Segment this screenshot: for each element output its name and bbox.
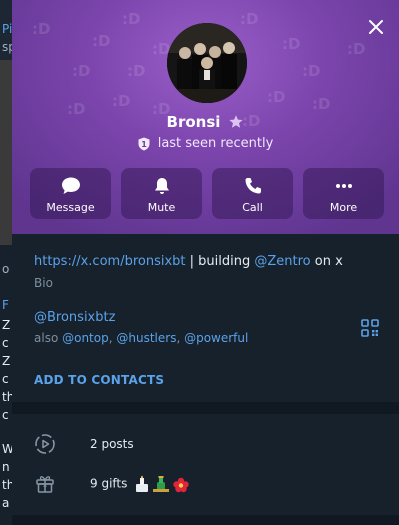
mute-button[interactable]: Mute (121, 168, 202, 219)
section-divider (12, 402, 399, 414)
gifts-row[interactable]: 9 gifts (34, 472, 189, 494)
star-icon[interactable] (228, 114, 244, 130)
bio-mention-link[interactable]: @Zentro (254, 254, 310, 269)
bell-icon (154, 178, 169, 194)
close-icon (369, 20, 383, 34)
call-button-label: Call (242, 201, 263, 214)
shield-badge-icon[interactable]: 1 (138, 137, 150, 151)
bio-label: Bio (34, 276, 53, 290)
more-button[interactable]: More (303, 168, 384, 219)
pattern-glyph: :D (72, 62, 91, 80)
also-separator: , (176, 331, 185, 345)
pattern-glyph: :D (127, 62, 146, 80)
posts-row[interactable]: 2 posts (34, 433, 134, 455)
message-button-label: Message (46, 201, 95, 214)
also-usernames: also @ontop, @hustlers, @powerful (34, 331, 248, 345)
qr-code-icon (361, 319, 379, 337)
profile-header: :D:D:D:D:D:D:D:D:D:D:D:D:D:D:D:D:D (12, 0, 399, 234)
bottom-divider (12, 515, 399, 525)
call-button[interactable]: Call (212, 168, 293, 219)
background-chat: Pi sp o F Z c Z c th c W n th a (0, 0, 14, 525)
pattern-glyph: :D (92, 32, 111, 50)
action-buttons: Message Mute Call More (30, 168, 384, 219)
pattern-glyph: :D (122, 10, 141, 28)
more-dots-icon (335, 184, 352, 188)
profile-name: Bronsi (166, 113, 221, 131)
background-chat-image (0, 60, 12, 245)
bio-text-end: on x (310, 254, 343, 269)
gift-icon (36, 476, 54, 493)
phone-icon (245, 178, 261, 194)
more-button-label: More (329, 201, 358, 214)
also-username-link[interactable]: @hustlers (116, 331, 176, 345)
pattern-glyph: :D (32, 20, 51, 38)
close-button[interactable] (365, 16, 387, 38)
status-row: 1 last seen recently (12, 136, 399, 151)
username-link[interactable]: @Bronsixbtz (34, 310, 115, 325)
profile-info: https://x.com/bronsixbt | building @Zent… (12, 234, 399, 402)
chat-bubble-icon (61, 177, 80, 194)
pattern-glyph: :D (302, 62, 321, 80)
gifts-count: 9 gifts (90, 476, 128, 491)
avatar-image (167, 23, 247, 103)
posts-count: 2 posts (90, 437, 134, 451)
flower-gift-icon (173, 477, 189, 493)
also-username-link[interactable]: @ontop (62, 331, 109, 345)
gift-thumbnails (136, 475, 189, 493)
message-button[interactable]: Message (30, 168, 111, 219)
status-badge-number: 1 (141, 140, 147, 149)
screen: Pi sp o F Z c Z c th c W n th a :D:D:D:D… (0, 0, 399, 525)
last-seen-status: last seen recently (157, 136, 274, 151)
pattern-glyph: :D (347, 40, 366, 58)
avatar[interactable] (167, 23, 247, 103)
bio-link[interactable]: https://x.com/bronsixbt (34, 254, 186, 269)
pattern-glyph: :D (240, 10, 259, 28)
bio-text-middle: | building (185, 254, 255, 269)
stories-icon (35, 434, 55, 454)
pattern-glyph: :D (312, 95, 331, 113)
profile-stats: 2 posts 9 gifts (12, 414, 399, 515)
qr-code-button[interactable] (361, 319, 379, 337)
also-prefix: also (34, 331, 63, 345)
bottle-gift-icon (153, 476, 170, 492)
bio-text: https://x.com/bronsixbt | building @Zent… (34, 254, 343, 269)
candle-gift-icon (136, 475, 149, 492)
pattern-glyph: :D (112, 92, 131, 110)
gifts-count-row: 9 gifts (90, 475, 197, 493)
also-username-link[interactable]: @powerful (184, 331, 248, 345)
pattern-glyph: :D (282, 35, 301, 53)
name-row: Bronsi (12, 113, 399, 131)
add-to-contacts-button[interactable]: ADD TO CONTACTS (34, 373, 164, 387)
pattern-glyph: :D (267, 88, 286, 106)
profile-panel: :D:D:D:D:D:D:D:D:D:D:D:D:D:D:D:D:D (12, 0, 399, 525)
mute-button-label: Mute (147, 201, 176, 214)
